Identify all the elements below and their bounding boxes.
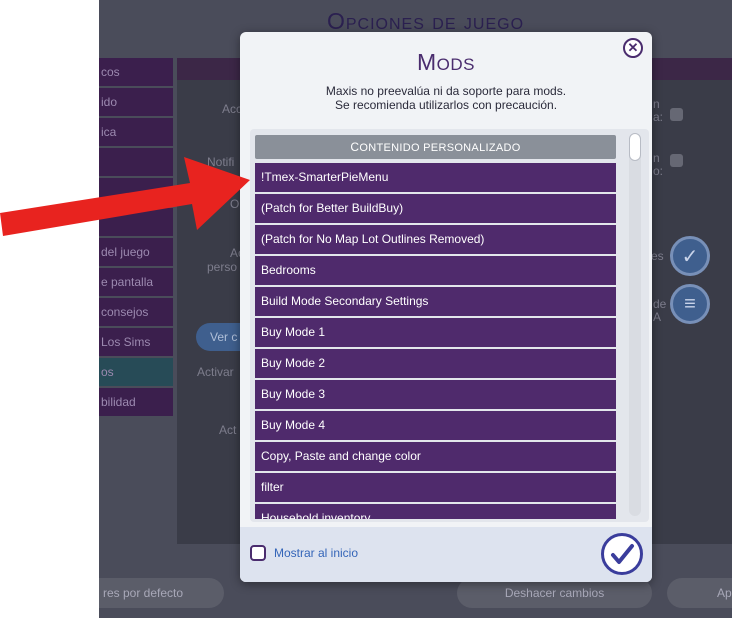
option-label: Act (219, 423, 237, 437)
document-icon[interactable]: ≡ (670, 284, 710, 324)
show-at-start-checkbox[interactable] (250, 545, 266, 561)
custom-content-header: CONTENIDO PERSONALIZADO (255, 135, 616, 159)
checkmark-icon (611, 544, 634, 564)
category-item[interactable]: Los Sims (99, 328, 173, 358)
game-options-title: Opciones de juego (327, 8, 525, 34)
dialog-title: MODS (416, 49, 475, 75)
mod-list-item[interactable]: !Tmex-SmarterPieMenu (255, 163, 616, 192)
category-item-active[interactable]: os (99, 358, 173, 388)
warning-line-1: Maxis no preevalúa ni da soporte para mo… (325, 84, 567, 98)
warning-line-2: Se recomienda utilizarlos con precaución… (334, 98, 558, 112)
mod-list-item[interactable]: Buy Mode 2 (255, 349, 616, 378)
option-label: Acc (222, 102, 243, 116)
category-item[interactable]: ido (99, 88, 173, 118)
scrollbar-track[interactable] (629, 133, 641, 516)
show-at-start-label[interactable]: Mostrar al inicio (274, 546, 358, 560)
category-item[interactable]: consejos (99, 298, 173, 328)
mod-list-item[interactable]: Copy, Paste and change color (255, 442, 616, 471)
apply-button[interactable]: Ap (667, 578, 732, 608)
mod-list-item[interactable]: filter (255, 473, 616, 502)
mod-list-item[interactable]: Build Mode Secondary Settings (255, 287, 616, 316)
option-label: es (651, 249, 664, 263)
option-label: perso (207, 260, 238, 274)
category-item[interactable]: e pantalla (99, 268, 173, 298)
mods-dialog: ✕ MODS Maxis no preevalúa ni da soporte … (240, 32, 652, 582)
option-label: A (653, 310, 662, 324)
category-item[interactable]: ica (99, 118, 173, 148)
red-arrow-annotation (0, 157, 250, 236)
category-item[interactable]: bilidad (99, 388, 173, 418)
mod-list[interactable]: !Tmex-SmarterPieMenu (Patch for Better B… (255, 163, 616, 519)
mod-list-item[interactable]: (Patch for Better BuildBuy) (255, 194, 616, 223)
option-label: de (653, 297, 667, 311)
restore-defaults-button[interactable]: res por defecto (99, 578, 224, 608)
confirm-button[interactable] (601, 533, 643, 575)
option-checkbox[interactable] (670, 108, 683, 121)
option-label: o: (653, 164, 664, 178)
shield-check-icon[interactable]: ✓ (670, 236, 710, 276)
category-item[interactable]: cos (99, 58, 173, 88)
option-checkbox[interactable] (670, 154, 683, 167)
mod-list-item[interactable]: (Patch for No Map Lot Outlines Removed) (255, 225, 616, 254)
mod-list-item[interactable]: Buy Mode 1 (255, 318, 616, 347)
mod-list-item[interactable]: Buy Mode 4 (255, 411, 616, 440)
red-arrow-shape (0, 157, 250, 236)
scrollbar-thumb[interactable] (629, 133, 641, 161)
mod-list-item[interactable]: Bedrooms (255, 256, 616, 285)
undo-changes-button[interactable]: Deshacer cambios (457, 578, 652, 608)
option-label: n (653, 97, 660, 111)
option-label: a: (653, 110, 664, 124)
mod-list-item[interactable]: Buy Mode 3 (255, 380, 616, 409)
mod-list-item[interactable]: Household inventory (255, 504, 616, 519)
option-label: Activar (197, 365, 234, 379)
option-label: n (653, 151, 660, 165)
